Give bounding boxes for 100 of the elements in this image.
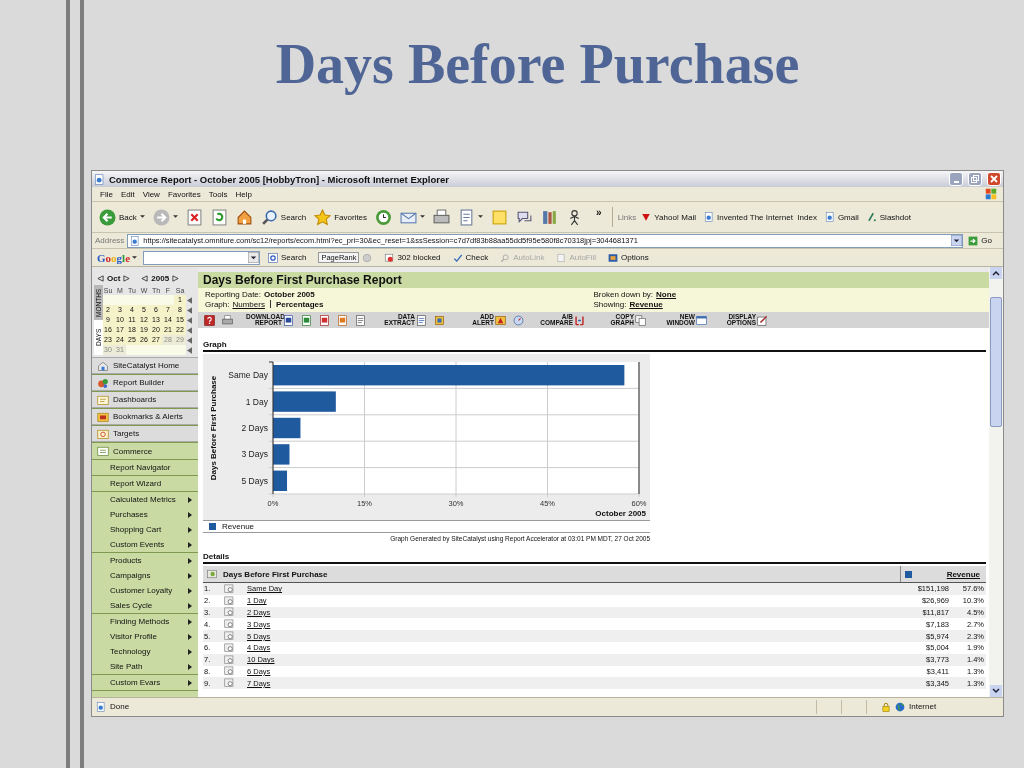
note-icon <box>491 208 509 226</box>
globe-icon <box>895 701 905 712</box>
showing-label: Showing: <box>593 299 627 309</box>
link-icon <box>641 212 652 222</box>
links-label: Links <box>617 212 637 222</box>
scrollbar[interactable] <box>989 267 1003 697</box>
dropdown-arrow-icon <box>248 252 259 263</box>
magnifier-icon <box>500 252 511 263</box>
previous-year-icon[interactable] <box>141 275 149 282</box>
google-logo-button[interactable]: Google <box>95 251 139 264</box>
google-toolbar-button[interactable]: Check <box>448 252 493 263</box>
broken-down-link[interactable]: None <box>656 290 677 300</box>
nav-item[interactable]: Targets <box>92 426 198 442</box>
category-label: Same Day <box>228 370 268 381</box>
report-tool-button[interactable] <box>432 314 447 326</box>
category-label: 3 Days <box>241 449 268 460</box>
extract-icon <box>416 314 427 326</box>
alert-icon <box>495 314 506 326</box>
compare-icon <box>574 314 585 326</box>
scroll-down-icon[interactable] <box>990 685 1002 697</box>
slash-icon <box>866 212 877 222</box>
close-icon <box>989 174 999 184</box>
column-header-link[interactable]: Revenue <box>946 569 980 579</box>
section-heading: Details <box>203 552 986 564</box>
google-toolbar-button[interactable]: Search <box>264 252 311 263</box>
category-label: 2 Days <box>241 423 268 433</box>
next-month-icon[interactable] <box>123 275 131 282</box>
link-button[interactable]: Invented The Internet Index <box>700 212 820 222</box>
magnifier-icon[interactable] <box>224 619 235 630</box>
menu-item[interactable]: View <box>138 189 164 199</box>
pdf-icon <box>319 314 330 326</box>
minimize-button[interactable] <box>949 172 963 186</box>
page-icon <box>130 235 141 246</box>
caret-icon <box>478 215 484 219</box>
magnifier-icon[interactable] <box>224 631 235 642</box>
report-tool-button[interactable] <box>220 314 235 326</box>
go-button[interactable]: Go <box>966 235 1000 246</box>
page-icon <box>94 173 105 185</box>
toolbar-button[interactable]: Favorites <box>311 208 371 226</box>
copy-icon <box>635 314 646 326</box>
google-toolbar-button[interactable]: 302 blocked <box>380 252 445 263</box>
magnifier-icon[interactable] <box>224 666 235 677</box>
caret-icon <box>132 255 137 260</box>
magnifier-icon[interactable] <box>224 642 235 653</box>
magnifier-icon[interactable] <box>224 607 235 618</box>
next-year-icon[interactable] <box>172 275 180 282</box>
report-tool-button[interactable] <box>202 314 217 326</box>
scroll-up-icon[interactable] <box>990 267 1002 279</box>
nav-item[interactable]: SiteCatalyst Home <box>92 358 198 374</box>
text-file-icon <box>355 314 366 326</box>
report-tool-button[interactable] <box>511 314 526 326</box>
scroll-thumb[interactable] <box>990 297 1002 427</box>
graph-mode-link[interactable]: Percentages <box>275 299 324 309</box>
caret-icon <box>139 215 145 219</box>
menu-item[interactable]: File <box>96 189 117 199</box>
restore-icon <box>970 174 980 184</box>
magnifier-icon[interactable] <box>224 595 235 606</box>
page-icon <box>96 701 106 712</box>
submenu-arrow-icon <box>188 679 192 686</box>
google-toolbar-button[interactable]: Options <box>604 252 653 263</box>
nav-item[interactable]: Dashboards <box>92 392 198 408</box>
submenu-arrow-icon <box>188 663 192 670</box>
report-tool-button[interactable] <box>353 314 368 326</box>
report-tool-button[interactable] <box>335 314 350 326</box>
options-icon <box>757 314 768 326</box>
nav-item[interactable]: Bookmarks & Alerts <box>92 409 198 425</box>
submenu-arrow-icon <box>188 618 192 625</box>
window-title: Commerce Report - October 2005 [HobbyTron] - Microsoft Internet Explorer <box>109 173 449 185</box>
menu-item[interactable]: Help <box>231 189 256 199</box>
bookmark-icon <box>434 314 445 326</box>
minimize-icon <box>953 181 959 183</box>
bookmark-icon <box>97 410 109 423</box>
previous-month-icon[interactable] <box>97 275 104 282</box>
report-tool-button[interactable] <box>299 314 314 326</box>
menu-item[interactable]: Favorites <box>163 189 205 199</box>
more-chevron[interactable]: » <box>588 206 610 218</box>
link-button[interactable]: Yahoo! Mail <box>638 212 699 222</box>
toolbar-button[interactable]: Search <box>257 208 310 226</box>
close-button[interactable] <box>987 172 1001 186</box>
maximize-button[interactable] <box>968 172 982 186</box>
showing-link[interactable]: Revenue <box>629 299 663 309</box>
menu-item[interactable]: Edit <box>116 189 139 199</box>
magnifier-icon[interactable] <box>224 678 235 689</box>
magnifier-icon[interactable] <box>224 583 235 594</box>
menu-item[interactable]: Tools <box>204 189 232 199</box>
dashboard-icon <box>97 393 109 406</box>
link-button[interactable]: Gmail <box>821 212 862 222</box>
link-button[interactable]: Slashdot <box>863 212 914 222</box>
nav-item[interactable]: Report Builder <box>92 375 198 391</box>
blocks-icon <box>97 376 109 389</box>
caret-icon <box>420 215 426 219</box>
report-tool-button[interactable] <box>317 314 332 326</box>
reporting-date-value: October 2005 <box>264 290 315 300</box>
graph-mode-link[interactable]: Numbers <box>232 299 265 309</box>
caret-icon <box>172 215 178 219</box>
toolbar-button[interactable]: Back <box>96 208 148 226</box>
magnifier-icon[interactable] <box>224 654 235 665</box>
submenu-arrow-icon <box>188 572 192 579</box>
submenu-arrow-icon <box>188 557 192 564</box>
search-field[interactable] <box>143 250 260 265</box>
